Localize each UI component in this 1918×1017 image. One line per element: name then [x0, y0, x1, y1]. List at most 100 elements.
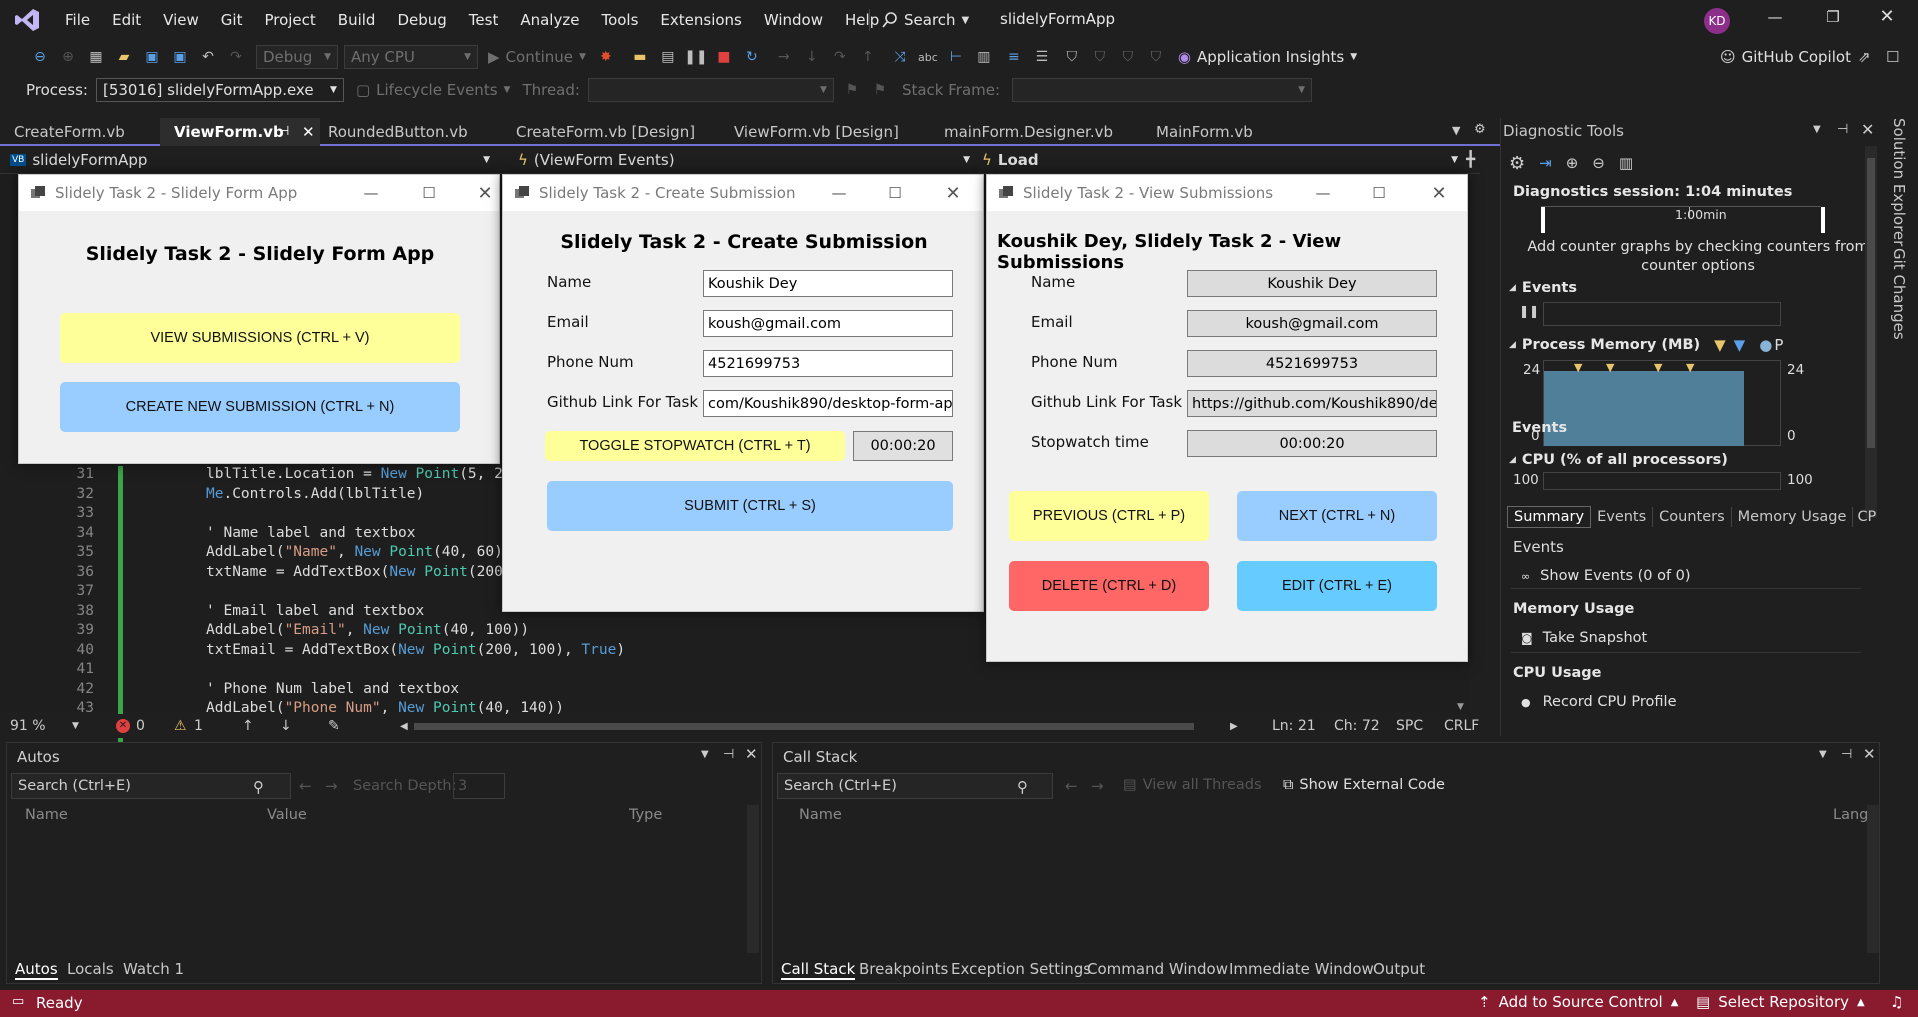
process-memory-section[interactable]: ◢ Process Memory (MB) ▼ ▼ ● P: [1509, 336, 1783, 354]
tab-createform-design[interactable]: CreateForm.vb [Design]: [502, 118, 732, 146]
tab-viewform-design[interactable]: ViewForm.vb [Design]: [720, 118, 930, 146]
chevron-down-icon[interactable]: ▼: [1819, 749, 1827, 760]
search-back-icon[interactable]: ←: [299, 777, 312, 795]
menu-view[interactable]: View: [152, 0, 210, 40]
step-out-icon[interactable]: ↑: [858, 47, 878, 67]
pin-icon[interactable]: ⊣: [1841, 747, 1852, 762]
tab-events[interactable]: Events: [1591, 507, 1654, 527]
share-icon[interactable]: ⇗: [1858, 48, 1871, 66]
search-icon[interactable]: ⚲: [253, 778, 264, 796]
tab-cpu[interactable]: CP: [1853, 507, 1880, 527]
brush-icon[interactable]: ✎: [328, 718, 340, 734]
zoom-in-icon[interactable]: ⊕: [1566, 154, 1579, 172]
record-cpu-profile-button[interactable]: ● Record CPU Profile: [1521, 694, 1677, 710]
tab-memory-usage[interactable]: Memory Usage: [1732, 507, 1854, 527]
search-icon[interactable]: ⚲: [1017, 778, 1028, 796]
toggle-stopwatch-button[interactable]: TOGGLE STOPWATCH (CTRL + T): [545, 431, 845, 461]
maximize-icon[interactable]: ☐: [875, 175, 915, 211]
pin-icon[interactable]: ⊣: [1837, 122, 1848, 137]
split-icon[interactable]: ╋: [1466, 150, 1475, 168]
show-external-code-button[interactable]: ⧉ Show External Code: [1283, 777, 1445, 793]
restart-icon[interactable]: ↻: [742, 47, 762, 67]
create-submission-button[interactable]: CREATE NEW SUBMISSION (CTRL + N): [60, 382, 460, 432]
select-repository-button[interactable]: ▤ Select Repository ▲: [1696, 993, 1865, 1011]
pause-icon[interactable]: ❚❚: [1519, 304, 1539, 318]
indent-icon[interactable]: ≡: [1004, 47, 1024, 67]
gear-icon[interactable]: ⚙: [1474, 122, 1486, 137]
comment-icon[interactable]: ☰: [1032, 47, 1052, 67]
undo-icon[interactable]: ↶: [198, 47, 218, 67]
minimize-icon[interactable]: —: [351, 175, 391, 211]
notifications-icon[interactable]: ♫: [1890, 993, 1903, 1011]
stack-frame-select[interactable]: ▼: [1012, 78, 1313, 102]
pin-icon[interactable]: ⊣: [278, 118, 289, 146]
visual-studio-logo-icon[interactable]: [14, 8, 40, 32]
open-folder-icon[interactable]: ▰: [114, 47, 134, 67]
folder-icon[interactable]: ▬: [630, 47, 650, 67]
flag-all-icon[interactable]: ⚑: [870, 80, 890, 100]
column-number[interactable]: Ch: 72: [1334, 718, 1380, 734]
process-select[interactable]: [53016] slidelyFormApp.exe ▼: [95, 78, 344, 102]
back-icon[interactable]: ⊖: [30, 47, 50, 67]
tab-output[interactable]: Output: [1373, 960, 1425, 978]
minimize-icon[interactable]: —: [819, 175, 859, 211]
edit-button[interactable]: EDIT (CTRL + E): [1237, 561, 1437, 611]
step-over-icon[interactable]: ↷: [830, 47, 850, 67]
menu-edit[interactable]: Edit: [101, 0, 152, 40]
view-submissions-button[interactable]: VIEW SUBMISSIONS (CTRL + V): [60, 313, 460, 363]
menu-extensions[interactable]: Extensions: [649, 0, 752, 40]
stop-icon[interactable]: ■: [714, 47, 734, 67]
minimize-icon[interactable]: —: [1303, 175, 1343, 211]
horizontal-scrollbar[interactable]: [414, 723, 1194, 730]
solution-platform-select[interactable]: Any CPU ▼: [344, 45, 478, 69]
scroll-left-icon[interactable]: ◀: [400, 721, 408, 732]
menu-window[interactable]: Window: [753, 0, 834, 40]
continue-button[interactable]: ▶ Continue ▼: [488, 48, 586, 66]
redo-icon[interactable]: ↷: [226, 47, 246, 67]
save-icon[interactable]: ▣: [142, 47, 162, 67]
view-all-threads-button[interactable]: ▤ View all Threads: [1123, 777, 1262, 793]
arrow-down-icon[interactable]: ↓: [280, 718, 292, 734]
select-tools-icon[interactable]: ⇥: [1539, 154, 1552, 172]
zoom-out-icon[interactable]: ⊖: [1592, 154, 1605, 172]
search-forward-icon[interactable]: →: [1091, 777, 1104, 795]
column-header-name[interactable]: Name: [799, 807, 842, 823]
thread-select[interactable]: ▼: [587, 78, 834, 102]
git-changes-tab[interactable]: Git Changes: [1890, 248, 1908, 340]
menu-build[interactable]: Build: [327, 0, 387, 40]
close-icon[interactable]: ✕: [745, 745, 758, 763]
scroll-right-icon[interactable]: ▶: [1230, 721, 1238, 732]
search-depth-select[interactable]: 3: [453, 773, 505, 799]
tab-watch-1[interactable]: Watch 1: [123, 960, 184, 978]
maximize-icon[interactable]: ☐: [409, 175, 449, 211]
arrow-up-icon[interactable]: ↑: [242, 718, 254, 734]
forward-icon[interactable]: ⊕: [58, 47, 78, 67]
chevron-down-icon[interactable]: ▼: [701, 749, 709, 760]
line-ending[interactable]: CRLF: [1444, 718, 1479, 734]
column-header-type[interactable]: Type: [629, 807, 662, 823]
tab-immediate-window[interactable]: Immediate Window: [1229, 960, 1374, 978]
new-project-icon[interactable]: ▦: [86, 47, 106, 67]
search-back-icon[interactable]: ←: [1065, 777, 1078, 795]
solution-config-select[interactable]: Debug ▼: [256, 45, 338, 69]
menu-test[interactable]: Test: [458, 0, 510, 40]
events-section[interactable]: ◢ Events: [1509, 280, 1577, 296]
phone-field[interactable]: 4521699753: [703, 350, 953, 377]
tab-summary[interactable]: Summary: [1507, 506, 1592, 528]
error-count[interactable]: 0: [136, 718, 145, 734]
avatar[interactable]: KD: [1704, 8, 1730, 34]
save-all-icon[interactable]: ▣: [170, 47, 190, 67]
callstack-search-input[interactable]: Search (Ctrl+E): [777, 773, 1053, 799]
close-tab-icon[interactable]: ✕: [302, 118, 315, 146]
tab-viewform-vb[interactable]: ViewForm.vb ⊣ ✕: [160, 118, 320, 146]
menu-file[interactable]: File: [54, 0, 101, 40]
search-button[interactable]: Search ▼: [882, 0, 969, 40]
tab-breakpoints[interactable]: Breakpoints: [859, 960, 948, 978]
callstack-scrollbar[interactable]: [1867, 805, 1879, 953]
show-next-statement-icon[interactable]: →: [774, 47, 794, 67]
browser-link-icon[interactable]: ▤: [658, 47, 678, 67]
restore-icon[interactable]: ❐: [1818, 8, 1848, 26]
tab-exception-settings[interactable]: Exception Settings: [951, 960, 1091, 978]
autos-scrollbar[interactable]: [747, 805, 759, 953]
menu-tools[interactable]: Tools: [590, 0, 649, 40]
